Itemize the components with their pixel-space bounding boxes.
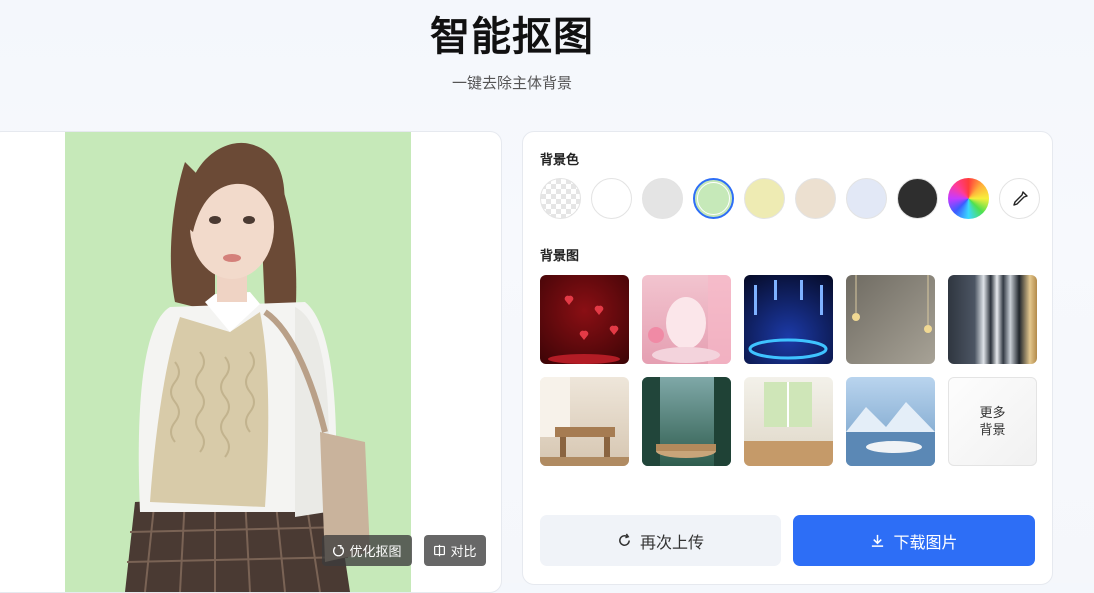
optimize-cutout-button[interactable]: 优化抠图 bbox=[322, 535, 412, 566]
more-backgrounds-label: 更多背景 bbox=[979, 405, 1006, 438]
bg-thumb-red-hearts[interactable] bbox=[540, 275, 629, 364]
reupload-button[interactable]: 再次上传 bbox=[540, 515, 781, 566]
download-icon bbox=[872, 534, 884, 547]
bg-thumb-metal-stripes[interactable] bbox=[948, 275, 1037, 364]
window-icon bbox=[744, 382, 833, 466]
optimize-icon bbox=[333, 544, 345, 557]
swatch-black[interactable] bbox=[897, 178, 938, 219]
pink-arch-icon bbox=[648, 275, 731, 364]
swatch-light-green[interactable] bbox=[693, 178, 734, 219]
eyedropper-icon bbox=[1012, 190, 1028, 206]
bg-thumb-forest-podium[interactable] bbox=[642, 377, 731, 466]
optimize-label: 优化抠图 bbox=[349, 545, 402, 560]
page-subtitle: 一键去除主体背景 bbox=[451, 74, 572, 92]
preview-card: 优化抠图 对比 bbox=[0, 131, 502, 593]
stage-icon bbox=[748, 280, 828, 360]
preview-canvas bbox=[65, 132, 411, 592]
bg-color-heading: 背景色 bbox=[540, 153, 580, 168]
more-backgrounds-button[interactable]: 更多背景 bbox=[948, 377, 1037, 466]
settings-panel: 背景色 背景图 更多背景 再次上传 下载图片 bbox=[522, 131, 1053, 585]
hearts-icon bbox=[548, 295, 620, 364]
lamp-icon bbox=[852, 275, 932, 333]
swatch-light-yellow[interactable] bbox=[744, 178, 785, 219]
podium-icon bbox=[642, 377, 731, 466]
bg-thumb-wood-table[interactable] bbox=[540, 377, 629, 466]
bg-thumb-mountain-lake[interactable] bbox=[846, 377, 935, 466]
compare-icon bbox=[434, 544, 446, 557]
bg-thumb-blue-stage[interactable] bbox=[744, 275, 833, 364]
swatch-light-blue[interactable] bbox=[846, 178, 887, 219]
color-swatches bbox=[540, 178, 1040, 219]
swatch-custom-color[interactable] bbox=[948, 178, 989, 219]
page-title: 智能抠图 bbox=[430, 14, 594, 60]
refresh-icon bbox=[619, 533, 630, 546]
swatch-beige[interactable] bbox=[795, 178, 836, 219]
bg-thumb-gray-wall[interactable] bbox=[846, 275, 935, 364]
mountain-icon bbox=[846, 402, 935, 466]
swatch-transparent[interactable] bbox=[540, 178, 581, 219]
subject-image bbox=[125, 142, 370, 592]
compare-button[interactable]: 对比 bbox=[424, 535, 486, 566]
reupload-label: 再次上传 bbox=[639, 532, 704, 552]
eyedropper-button[interactable] bbox=[999, 178, 1040, 219]
bg-image-grid: 更多背景 bbox=[540, 275, 1037, 466]
compare-label: 对比 bbox=[450, 545, 477, 560]
table-icon bbox=[540, 377, 629, 466]
bg-thumb-window-room[interactable] bbox=[744, 377, 833, 466]
swatch-light-gray[interactable] bbox=[642, 178, 683, 219]
bg-thumb-pink-arch[interactable] bbox=[642, 275, 731, 364]
swatch-white[interactable] bbox=[591, 178, 632, 219]
bg-image-heading: 背景图 bbox=[540, 249, 580, 264]
download-label: 下载图片 bbox=[893, 532, 958, 552]
download-button[interactable]: 下载图片 bbox=[793, 515, 1035, 566]
